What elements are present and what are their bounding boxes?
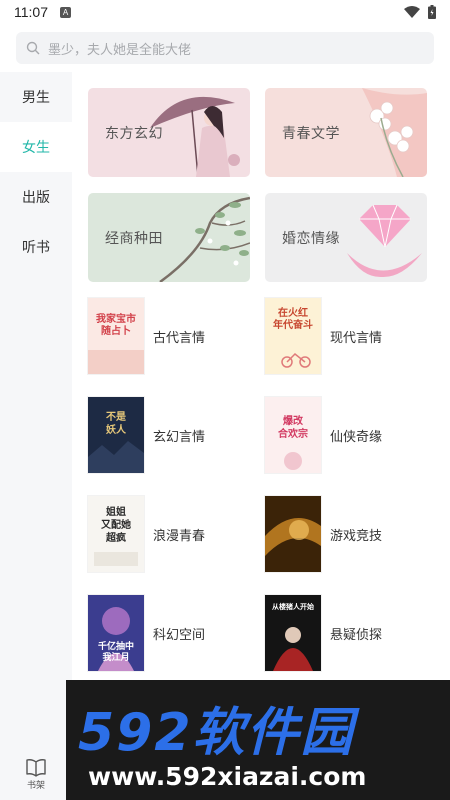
cover-title: 合欢宗 [278,429,308,440]
wifi-icon [404,6,420,18]
status-icons [404,5,436,19]
genre-label: 游戏竞技 [330,527,383,543]
genre-mystery-detective[interactable]: 从楼猪人开始 悬疑侦探 [265,594,435,672]
book-cover: 从楼猪人开始 [265,595,321,671]
genre-label: 科幻空间 [153,626,206,642]
status-bar: 11:07 A [0,0,450,24]
cover-title: 我江月 [102,652,130,662]
cover-title: 不是 [106,412,126,423]
cover-title: 我家宝市 [96,314,136,325]
book-cover: 我家宝市 随占卜 [88,298,144,374]
genre-gaming-esports[interactable]: 游戏竞技 [265,495,435,573]
sidebar-item-male[interactable]: 男生 [0,72,72,122]
cover-title: 随占卜 [101,326,131,337]
genre-fantasy-romance[interactable]: 不是 妖人 玄幻言情 [88,396,258,474]
cover-title: 又配她 [101,520,131,531]
genre-label: 玄幻言情 [153,428,206,444]
flower-illustration [362,88,427,177]
book-icon [26,759,46,777]
watermark-url: www.592xiazai.com [88,762,367,791]
genre-label: 悬疑侦探 [330,626,383,642]
watermark-overlay: 592软件园 www.592xiazai.com [66,680,450,800]
bookshelf-label: 书架 [26,780,45,790]
book-cover: 在火红 年代奋斗 [265,298,321,374]
banner-romance[interactable]: 婚恋情缘 [265,193,427,282]
watermark-logo: 592软件园 [78,703,355,763]
category-sidebar: 男生 女生 出版 听书 书架 [0,72,72,800]
banner-label: 东方玄幻 [105,125,163,141]
banner-label: 经商种田 [105,230,163,246]
book-cover [265,496,321,572]
sidebar-item-publishing[interactable]: 出版 [0,172,72,222]
cover-title: 姐姐 [106,507,126,518]
diamond-ring-illustration [347,204,422,278]
book-cover: 姐姐 又配她 超疯 [88,496,144,572]
cover-title: 妖人 [106,425,126,436]
banner-label: 婚恋情缘 [282,230,340,246]
cover-title: 从楼猪人开始 [272,604,314,611]
battery-icon [428,5,436,19]
search-bar[interactable]: 墨少，夫人她是全能大佬 [16,32,434,64]
genre-ancient-romance[interactable]: 我家宝市 随占卜 古代言情 [88,297,258,375]
status-time: 11:07 [14,4,48,20]
cover-title: 爆改 [283,416,303,427]
genre-label: 古代言情 [153,329,206,345]
banner-eastern-fantasy[interactable]: 东方玄幻 [88,88,250,177]
book-cover: 不是 妖人 [88,397,144,473]
cover-title: 在火红 [278,308,308,319]
genre-xianxia-romance[interactable]: 爆改 合欢宗 仙侠奇缘 [265,396,435,474]
genre-modern-romance[interactable]: 在火红 年代奋斗 现代言情 [265,297,435,375]
banner-youth-literature[interactable]: 青春文学 [265,88,427,177]
sidebar-item-female[interactable]: 女生 [0,122,72,172]
cover-title: 千亿抽中 [97,641,134,651]
genre-label: 仙侠奇缘 [330,428,383,444]
genre-label: 现代言情 [330,329,383,345]
banner-business-farming[interactable]: 经商种田 [88,193,250,282]
genre-romantic-youth[interactable]: 姐姐 又配她 超疯 浪漫青春 [88,495,258,573]
genre-label: 浪漫青春 [153,527,206,543]
bookshelf-tab[interactable]: 书架 [0,750,72,800]
search-placeholder: 墨少，夫人她是全能大佬 [48,41,192,57]
cover-title: 年代奋斗 [273,320,313,331]
cover-title: 超疯 [106,533,126,544]
book-cover: 爆改 合欢宗 [265,397,321,473]
search-icon [26,41,40,55]
book-cover: 千亿抽中 我江月 [88,595,144,671]
sidebar-item-audiobook[interactable]: 听书 [0,222,72,272]
genre-scifi-space[interactable]: 千亿抽中 我江月 科幻空间 [88,594,258,672]
banner-label: 青春文学 [282,125,340,141]
notification-icon: A [60,6,71,18]
